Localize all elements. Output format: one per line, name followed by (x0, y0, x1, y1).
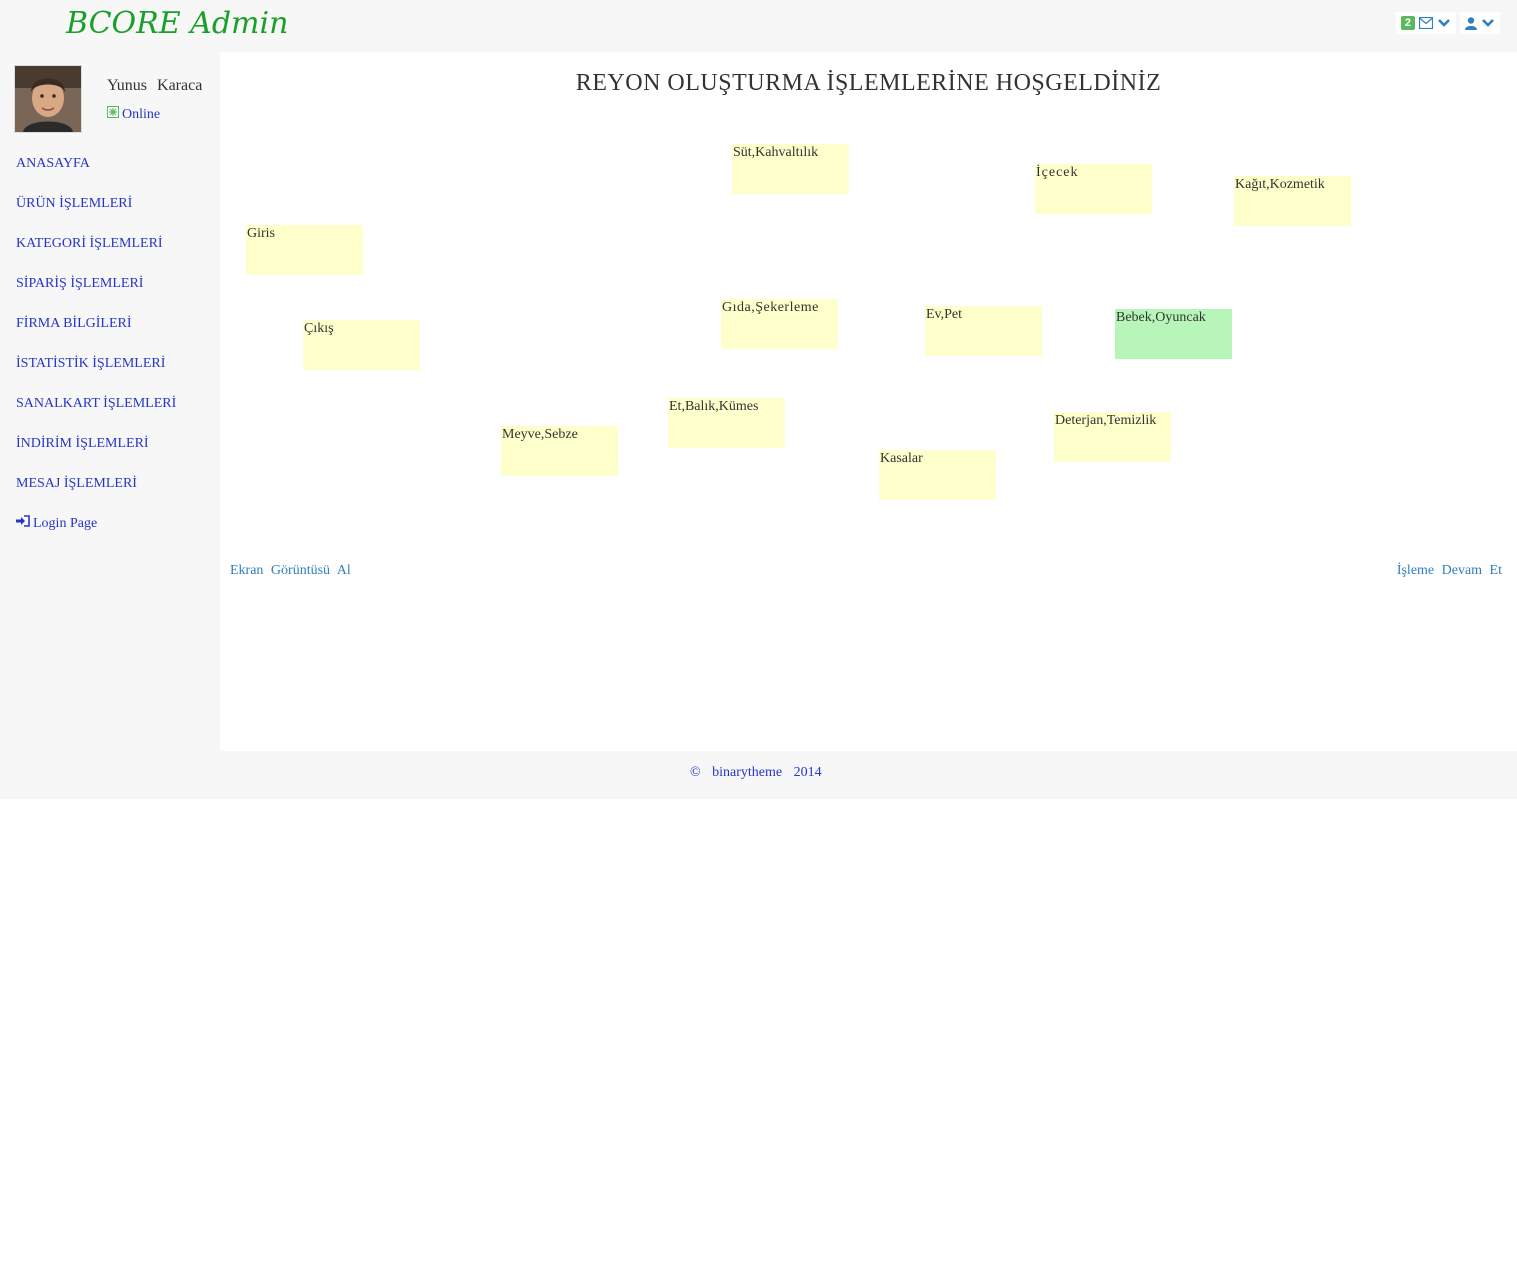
nav-item-indirim[interactable]: İNDİRİM İŞLEMLERİ (16, 434, 176, 474)
sign-in-icon (16, 514, 30, 534)
main-content: REYON OLUŞTURMA İŞLEMLERİNE HOŞGELDİNİZ … (220, 52, 1517, 751)
user-dropdown[interactable] (1460, 12, 1500, 34)
footer-text[interactable]: © binarytheme 2014 (690, 765, 822, 781)
sidebar: Yunus Karaca Online ANASAYFA ÜRÜN İŞLEML… (0, 52, 220, 752)
footer: © binarytheme 2014 (0, 751, 1517, 799)
envelope-icon (1419, 17, 1433, 29)
shelf-gida-sekerleme[interactable]: Gıda,Şekerleme (721, 299, 838, 349)
shelf-icecek[interactable]: İçecek (1035, 164, 1152, 214)
user-name: Yunus Karaca (107, 77, 203, 94)
page-title: REYON OLUŞTURMA İŞLEMLERİNE HOŞGELDİNİZ (575, 70, 1162, 96)
shelf-sut-kahvaltilik[interactable]: Süt,Kahvaltılık (732, 144, 849, 194)
shelf-ev-pet[interactable]: Ev,Pet (925, 306, 1042, 356)
shelf-kagit-kozmetik[interactable]: Kağıt,Kozmetik (1234, 176, 1351, 226)
chevron-down-icon (1481, 18, 1495, 28)
screenshot-link[interactable]: Ekran Görüntüsü Al (230, 563, 351, 579)
nav-item-sanalkart[interactable]: SANALKART İŞLEMLERİ (16, 394, 176, 434)
shelf-giris[interactable]: Giris (246, 225, 363, 275)
shelf-bebek-oyuncak[interactable]: Bebek,Oyuncak (1115, 309, 1232, 359)
nav-item-urun[interactable]: ÜRÜN İŞLEMLERİ (16, 194, 176, 234)
messages-dropdown[interactable]: 2 (1395, 12, 1456, 34)
brand-logo[interactable]: BCORE Admin (66, 6, 288, 41)
shelf-kasalar[interactable]: Kasalar (879, 450, 996, 500)
online-icon (107, 106, 119, 123)
login-label: Login Page (33, 516, 98, 531)
message-count-badge: 2 (1400, 16, 1415, 30)
sidebar-nav: ANASAYFA ÜRÜN İŞLEMLERİ KATEGORİ İŞLEMLE… (16, 154, 176, 554)
top-navbar: BCORE Admin 2 (0, 0, 1517, 52)
online-status: Online (107, 106, 160, 123)
shelf-meyve-sebze[interactable]: Meyve,Sebze (501, 426, 618, 476)
nav-item-istatistik[interactable]: İSTATİSTİK İŞLEMLERİ (16, 354, 176, 394)
chevron-down-icon (1437, 18, 1451, 28)
nav-item-anasayfa[interactable]: ANASAYFA (16, 154, 176, 194)
nav-item-mesaj[interactable]: MESAJ İŞLEMLERİ (16, 474, 176, 514)
nav-item-login[interactable]: Login Page (16, 514, 176, 554)
shelf-cikis[interactable]: Çıkış (303, 320, 420, 370)
continue-link[interactable]: İşleme Devam Et (1397, 563, 1502, 579)
shelf-deterjan-temizlik[interactable]: Deterjan,Temizlik (1054, 412, 1171, 462)
online-label: Online (122, 106, 161, 122)
nav-item-firma[interactable]: FİRMA BİLGİLERİ (16, 314, 176, 354)
shelf-et-balik-kumes[interactable]: Et,Balık,Kümes (668, 398, 785, 448)
nav-item-siparis[interactable]: SİPARİŞ İŞLEMLERİ (16, 274, 176, 314)
top-controls: 2 (1395, 12, 1500, 34)
nav-item-kategori[interactable]: KATEGORİ İŞLEMLERİ (16, 234, 176, 274)
user-icon (1465, 16, 1477, 30)
avatar (14, 65, 82, 133)
